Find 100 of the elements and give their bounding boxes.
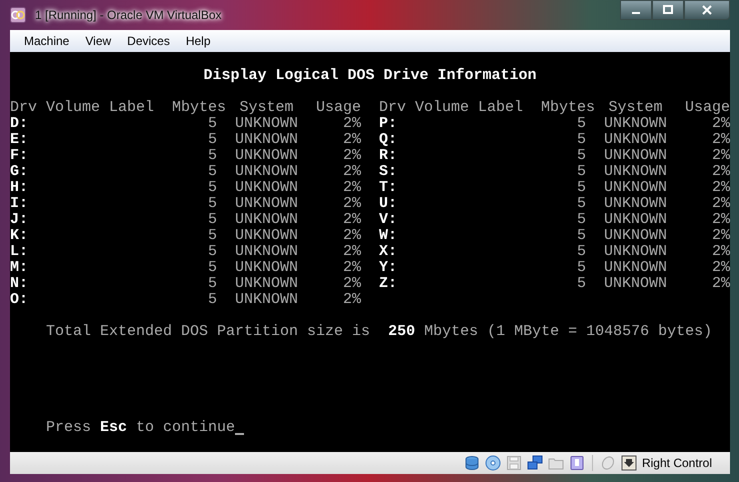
- system-value: UNKNOWN: [604, 211, 668, 228]
- column-header: Drv: [10, 100, 38, 116]
- menu-item[interactable]: Machine: [16, 34, 78, 48]
- size-value: 5: [208, 131, 218, 148]
- drive-letter: N:: [10, 275, 28, 292]
- usage-value: 2%: [712, 115, 730, 132]
- size-value: 5: [577, 131, 586, 148]
- column-header: Mbytes: [541, 100, 596, 116]
- column-header: Usage: [685, 100, 730, 116]
- usage-value: 2%: [712, 243, 730, 260]
- maximize-icon: [663, 5, 673, 15]
- usage-value: 2%: [343, 243, 362, 260]
- drive-letter: F:: [10, 147, 28, 164]
- usage-value: 2%: [712, 163, 730, 180]
- drive-letter: T:: [379, 179, 398, 196]
- column-header: Mbytes: [172, 100, 226, 116]
- column-header: Drv: [379, 100, 408, 116]
- size-value: 5: [577, 211, 586, 228]
- drive-letter: Q:: [379, 131, 398, 148]
- system-value: UNKNOWN: [235, 147, 298, 164]
- optical-disc-icon[interactable]: [484, 455, 501, 471]
- system-value: UNKNOWN: [235, 291, 298, 308]
- maximize-button[interactable]: [652, 0, 684, 20]
- drive-letter: P:: [379, 115, 398, 132]
- chip-icon[interactable]: [568, 455, 585, 471]
- system-value: UNKNOWN: [604, 227, 668, 244]
- drive-letter: D:: [10, 115, 28, 132]
- drive-letter: Z:: [379, 275, 398, 292]
- drive-letter: J:: [10, 211, 28, 228]
- drive-letter: Y:: [379, 259, 398, 276]
- drive-letter: H:: [10, 179, 28, 196]
- menu-item[interactable]: View: [77, 34, 120, 48]
- drive-letter: S:: [379, 163, 398, 180]
- size-value: 5: [208, 211, 218, 228]
- size-value: 5: [577, 259, 586, 276]
- usage-value: 2%: [343, 259, 362, 276]
- system-value: UNKNOWN: [604, 179, 668, 196]
- size-value: 5: [577, 179, 586, 196]
- minimize-icon: [632, 12, 640, 14]
- continue-prompt: Press Esc to continue: [46, 420, 236, 436]
- size-value: 5: [577, 275, 586, 292]
- usage-value: 2%: [343, 115, 362, 132]
- drive-letter: K:: [10, 227, 28, 244]
- size-value: 5: [208, 227, 218, 244]
- system-value: UNKNOWN: [235, 211, 298, 228]
- drive-letter: O:: [10, 291, 28, 308]
- drive-letter: M:: [10, 259, 28, 276]
- size-value: 5: [208, 147, 218, 164]
- window-title: 1 [Running] - Oracle VM VirtualBox: [34, 8, 223, 22]
- column-header: Volume Label: [46, 100, 156, 116]
- size-value: 5: [577, 163, 586, 180]
- system-value: UNKNOWN: [235, 227, 298, 244]
- down-arrow-key-icon[interactable]: [620, 455, 637, 471]
- usage-value: 2%: [343, 275, 362, 292]
- text-cursor: [235, 433, 244, 435]
- usage-value: 2%: [343, 195, 362, 212]
- size-value: 5: [208, 195, 218, 212]
- usage-value: 2%: [343, 131, 362, 148]
- usage-value: 2%: [712, 227, 730, 244]
- size-value: 5: [208, 115, 218, 132]
- total-size-text: Total Extended DOS Partition size is 250 Mbytes (1 MByte = 1048576 bytes): [46, 324, 712, 340]
- usage-value: 2%: [343, 147, 362, 164]
- column-header: Volume Label: [415, 100, 524, 116]
- system-value: UNKNOWN: [604, 147, 668, 164]
- drive-letter: X:: [379, 243, 398, 260]
- drive-letter: U:: [379, 195, 398, 212]
- drive-letter: L:: [10, 243, 28, 260]
- usage-value: 2%: [712, 259, 730, 276]
- size-value: 5: [577, 227, 586, 244]
- close-icon: [702, 5, 712, 15]
- size-value: 5: [208, 163, 218, 180]
- size-value: 5: [208, 291, 218, 308]
- usage-value: 2%: [712, 275, 730, 292]
- usage-value: 2%: [712, 195, 730, 212]
- size-value: 5: [208, 259, 218, 276]
- hard-disk-icon[interactable]: [464, 455, 480, 471]
- size-value: 5: [208, 243, 218, 260]
- size-value: 5: [577, 115, 586, 132]
- size-value: 5: [577, 243, 586, 260]
- system-value: UNKNOWN: [235, 163, 298, 180]
- system-value: UNKNOWN: [604, 131, 668, 148]
- network-icon[interactable]: [526, 455, 543, 471]
- system-value: UNKNOWN: [235, 259, 298, 276]
- close-button[interactable]: [684, 0, 730, 20]
- system-value: UNKNOWN: [604, 115, 668, 132]
- usage-value: 2%: [343, 211, 362, 228]
- menu-item[interactable]: Help: [178, 34, 219, 48]
- size-value: 5: [577, 147, 586, 164]
- system-value: UNKNOWN: [235, 243, 298, 260]
- usage-value: 2%: [343, 291, 362, 308]
- menu-item[interactable]: Devices: [119, 34, 178, 48]
- system-value: UNKNOWN: [235, 179, 298, 196]
- minimize-button[interactable]: [620, 0, 652, 20]
- drive-letter: V:: [379, 211, 398, 228]
- size-value: 5: [208, 179, 218, 196]
- system-value: UNKNOWN: [235, 275, 298, 292]
- usage-value: 2%: [343, 227, 362, 244]
- system-value: UNKNOWN: [604, 275, 668, 292]
- host-key-label: Right Control: [642, 456, 712, 470]
- drive-letter: G:: [10, 163, 28, 180]
